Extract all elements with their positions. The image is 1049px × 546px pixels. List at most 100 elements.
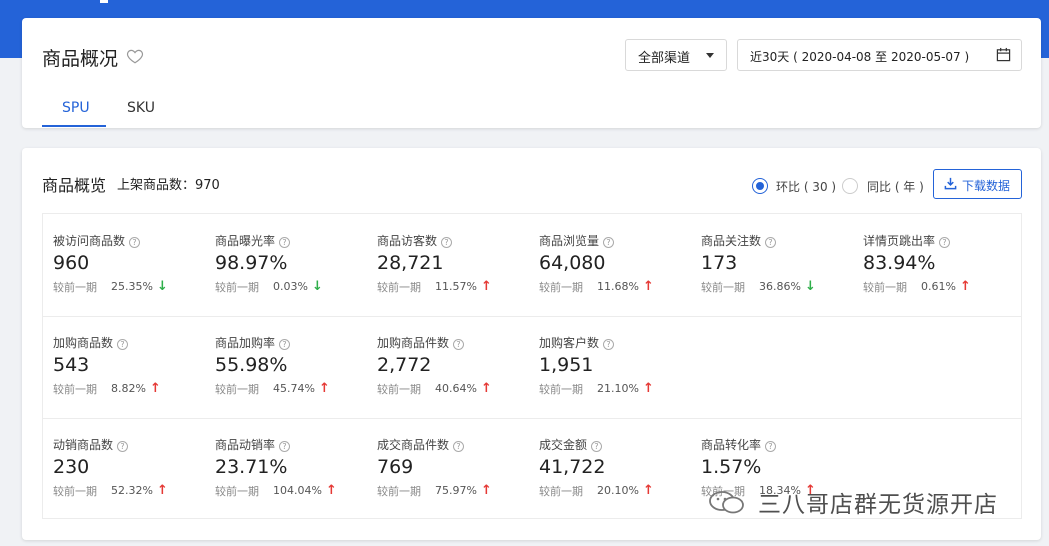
metric-label: 详情页跳出率?: [863, 232, 951, 249]
metric-label-text: 成交金额: [539, 438, 588, 452]
metric-change: 25.35% ↓: [111, 279, 168, 294]
help-icon[interactable]: ?: [117, 441, 129, 452]
metric-card: 详情页跳出率? 83.94% 较前一期 0.61% ↑: [863, 232, 1023, 322]
help-icon[interactable]: ?: [117, 339, 129, 350]
trend-arrow-icon: ↑: [480, 483, 492, 498]
download-label: 下载数据: [962, 179, 1011, 193]
metric-label: 成交金额?: [539, 436, 603, 453]
metric-label: 商品访客数?: [377, 232, 453, 249]
help-icon[interactable]: ?: [279, 237, 291, 248]
help-icon[interactable]: ?: [939, 237, 951, 248]
metric-value: 41,722: [539, 456, 606, 478]
trend-arrow-icon: ↑: [325, 483, 337, 498]
watermark-text: 三八哥店群无货源开店: [758, 492, 998, 518]
watermark: 三八哥店群无货源开店: [708, 480, 1038, 520]
tab-spu[interactable]: SPU: [62, 100, 90, 116]
metric-card: 商品访客数? 28,721 较前一期 11.57% ↑: [377, 232, 537, 322]
trend-arrow-icon: ↑: [156, 483, 168, 498]
compare-label: 较前一期: [377, 281, 421, 294]
metric-label: 商品动销率?: [215, 436, 291, 453]
help-icon[interactable]: ?: [279, 441, 291, 452]
help-icon[interactable]: ?: [453, 441, 465, 452]
metric-change-value: 52.32%: [111, 484, 153, 497]
download-button[interactable]: 下载数据: [933, 169, 1022, 199]
download-icon: [944, 177, 957, 190]
metric-card: 加购商品数? 543 较前一期 8.82% ↑: [53, 334, 213, 424]
date-range-value: 近30天 ( 2020-04-08 至 2020-05-07 ): [750, 50, 970, 64]
metric-change-value: 11.57%: [435, 280, 477, 293]
metric-card: 商品曝光率? 98.97% 较前一期 0.03% ↓: [215, 232, 375, 322]
metric-change-value: 8.82%: [111, 382, 146, 395]
metric-change-value: 104.04%: [273, 484, 322, 497]
help-icon[interactable]: ?: [765, 237, 777, 248]
metric-value: 23.71%: [215, 456, 288, 478]
metric-card: 商品加购率? 55.98% 较前一期 45.74% ↑: [215, 334, 375, 424]
trend-arrow-icon: ↑: [480, 381, 492, 396]
metric-change-value: 40.64%: [435, 382, 477, 395]
help-icon[interactable]: ?: [129, 237, 141, 248]
metric-change: 40.64% ↑: [435, 381, 492, 396]
metric-value: 28,721: [377, 252, 444, 274]
radio-yoy-label[interactable]: 同比 ( 年 ): [867, 178, 924, 195]
metric-card: 动销商品数? 230 较前一期 52.32% ↑: [53, 436, 213, 526]
metric-label-text: 商品加购率: [215, 336, 276, 350]
metric-label-text: 商品动销率: [215, 438, 276, 452]
metric-value: 55.98%: [215, 354, 288, 376]
metric-card: 加购商品件数? 2,772 较前一期 40.64% ↑: [377, 334, 537, 424]
metric-change-value: 75.97%: [435, 484, 477, 497]
metric-label: 加购商品数?: [53, 334, 129, 351]
metric-change: 11.68% ↑: [597, 279, 654, 294]
metric-label-text: 成交商品件数: [377, 438, 450, 452]
metric-label: 商品浏览量?: [539, 232, 615, 249]
heart-icon[interactable]: [126, 47, 144, 65]
metric-change-value: 25.35%: [111, 280, 153, 293]
metric-card: 被访问商品数? 960 较前一期 25.35% ↓: [53, 232, 213, 322]
tab-sku[interactable]: SKU: [127, 100, 155, 116]
trend-arrow-icon: ↑: [318, 381, 330, 396]
trend-arrow-icon: ↑: [959, 279, 971, 294]
help-icon[interactable]: ?: [765, 441, 777, 452]
metric-value: 98.97%: [215, 252, 288, 274]
metric-label-text: 被访问商品数: [53, 234, 126, 248]
metric-value: 64,080: [539, 252, 606, 274]
metric-change-value: 21.10%: [597, 382, 639, 395]
radio-mom[interactable]: [752, 178, 768, 194]
channel-select[interactable]: 全部渠道: [625, 39, 727, 71]
help-icon[interactable]: ?: [279, 339, 291, 350]
compare-label: 较前一期: [215, 281, 259, 294]
chevron-down-icon: [706, 53, 714, 58]
help-icon[interactable]: ?: [441, 237, 453, 248]
help-icon[interactable]: ?: [591, 441, 603, 452]
radio-mom-label[interactable]: 环比 ( 30 ): [776, 178, 836, 195]
metric-change: 104.04% ↑: [273, 483, 337, 498]
help-icon[interactable]: ?: [603, 339, 615, 350]
compare-label: 较前一期: [53, 281, 97, 294]
metric-change-value: 0.03%: [273, 280, 308, 293]
metric-label-text: 加购商品数: [53, 336, 114, 350]
trend-arrow-icon: ↑: [642, 483, 654, 498]
date-range-picker[interactable]: 近30天 ( 2020-04-08 至 2020-05-07 ): [737, 39, 1022, 71]
metric-label-text: 商品浏览量: [539, 234, 600, 248]
help-icon[interactable]: ?: [603, 237, 615, 248]
trend-arrow-icon: ↑: [642, 279, 654, 294]
metric-label: 成交商品件数?: [377, 436, 465, 453]
metric-card: 加购客户数? 1,951 较前一期 21.10% ↑: [539, 334, 699, 424]
help-icon[interactable]: ?: [453, 339, 465, 350]
metric-value: 543: [53, 354, 90, 376]
compare-label: 较前一期: [215, 485, 259, 498]
trend-arrow-icon: ↓: [311, 279, 323, 294]
metric-value: 230: [53, 456, 90, 478]
compare-label: 较前一期: [863, 281, 907, 294]
metric-change: 21.10% ↑: [597, 381, 654, 396]
metric-label-text: 商品关注数: [701, 234, 762, 248]
metric-label: 加购客户数?: [539, 334, 615, 351]
metric-label-text: 动销商品数: [53, 438, 114, 452]
metric-change: 0.03% ↓: [273, 279, 323, 294]
header-card: 商品概况 全部渠道 近30天 ( 2020-04-08 至 2020-05-07…: [22, 18, 1041, 128]
metric-change-value: 36.86%: [759, 280, 801, 293]
compare-label: 较前一期: [377, 383, 421, 396]
metric-value: 1,951: [539, 354, 594, 376]
trend-arrow-icon: ↑: [642, 381, 654, 396]
metric-label: 商品加购率?: [215, 334, 291, 351]
radio-yoy[interactable]: [842, 178, 858, 194]
